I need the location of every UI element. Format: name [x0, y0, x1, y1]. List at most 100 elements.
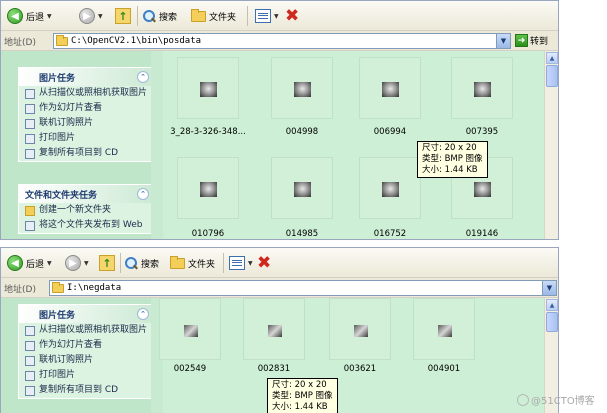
task-copy-to-cd[interactable]: 复制所有项目到 CD	[19, 146, 155, 161]
scroll-up-icon[interactable]: ▲	[546, 299, 558, 311]
thumbnail[interactable]	[271, 57, 333, 119]
watermark-text: @51CTO博客	[531, 396, 595, 407]
picture-tasks-panel: 图片任务 ⌃ 从扫描仪或照相机获取图片 作为幻灯片查看 联机订购照片 打印图片 …	[18, 67, 156, 162]
task-print[interactable]: 打印图片	[19, 368, 155, 383]
file-name[interactable]: 004998	[257, 127, 347, 137]
task-get-from-scanner[interactable]: 从扫描仪或照相机获取图片	[19, 86, 155, 101]
task-get-from-scanner[interactable]: 从扫描仪或照相机获取图片	[19, 323, 155, 338]
picture-tasks-title: 图片任务	[39, 310, 76, 321]
address-bar: 地址(D) C:\OpenCV2.1\bin\posdata ▼ ➜ 转到	[1, 31, 558, 51]
file-name[interactable]: 002549	[145, 364, 235, 374]
thumbnail[interactable]	[413, 298, 475, 360]
scanner-icon	[25, 326, 35, 336]
back-arrow-icon: ◀	[7, 255, 23, 271]
vertical-scrollbar[interactable]: ▲	[544, 51, 558, 239]
back-button[interactable]: ◀ 后退 ▼	[7, 6, 52, 26]
content-area: 图片任务 ⌃ 从扫描仪或照相机获取图片 作为幻灯片查看 联机订购照片 打印图片 …	[1, 298, 558, 413]
file-name[interactable]: 3_28-3-326-348...	[163, 127, 253, 137]
thumbnail[interactable]	[359, 57, 421, 119]
folders-label: 文件夹	[209, 12, 237, 23]
thumbnail[interactable]	[159, 298, 221, 360]
task-order-prints[interactable]: 联机订购照片	[19, 116, 155, 131]
back-label: 后退	[26, 259, 45, 270]
address-dropdown-icon[interactable]: ▼	[496, 34, 510, 48]
scroll-thumb[interactable]	[546, 312, 558, 332]
explorer-window-negdata: ◀ 后退 ▼ ▶ ▼ ↑ 搜索 文件夹 ▼ ✖ 地址(D) I:\negdata…	[0, 247, 559, 413]
thumbnail[interactable]	[271, 157, 333, 219]
address-dropdown-icon[interactable]: ▼	[542, 281, 556, 295]
go-button[interactable]: ➜ 转到	[515, 34, 548, 47]
task-print[interactable]: 打印图片	[19, 131, 155, 146]
task-copy-to-cd[interactable]: 复制所有项目到 CD	[19, 383, 155, 398]
address-bar: 地址(D) I:\negdata ▼	[1, 278, 558, 298]
search-button[interactable]: 搜索	[125, 253, 159, 273]
thumbnail[interactable]	[329, 298, 391, 360]
views-dropdown-icon[interactable]: ▼	[274, 13, 279, 20]
collapse-chevron-icon[interactable]: ⌃	[137, 188, 149, 200]
tooltip-type: 类型: BMP 图像	[272, 391, 333, 401]
scroll-thumb[interactable]	[546, 65, 558, 87]
address-input[interactable]: I:\negdata ▼	[49, 280, 557, 296]
file-name[interactable]: 019146	[437, 229, 527, 239]
thumbnail[interactable]	[177, 157, 239, 219]
views-dropdown-icon[interactable]: ▼	[248, 260, 253, 267]
address-path: I:\negdata	[67, 283, 122, 293]
pane-separator	[151, 51, 163, 239]
task-pane: 图片任务 ⌃ 从扫描仪或照相机获取图片 作为幻灯片查看 联机订购照片 打印图片 …	[1, 298, 163, 413]
picture-tasks-header[interactable]: 图片任务 ⌃	[19, 305, 155, 323]
file-tasks-header[interactable]: 文件和文件夹任务 ⌃	[19, 185, 155, 203]
scroll-up-icon[interactable]: ▲	[546, 52, 558, 64]
file-name[interactable]: 006994	[345, 127, 435, 137]
picture-tasks-header[interactable]: 图片任务 ⌃	[19, 68, 155, 86]
collapse-chevron-icon[interactable]: ⌃	[137, 308, 149, 320]
thumbnail[interactable]	[243, 298, 305, 360]
file-name[interactable]: 002831	[229, 364, 319, 374]
thumbnail[interactable]	[451, 57, 513, 119]
task-new-folder[interactable]: 创建一个新文件夹	[19, 203, 155, 218]
file-name[interactable]: 014985	[257, 229, 347, 239]
printer-icon	[25, 371, 35, 381]
forward-button[interactable]: ▶ ▼	[79, 6, 103, 26]
task-publish-web[interactable]: 将这个文件夹发布到 Web	[19, 218, 155, 233]
search-icon	[125, 256, 138, 270]
folders-button[interactable]: 文件夹	[191, 6, 236, 26]
close-button[interactable]: ✖	[285, 6, 299, 26]
back-dropdown-icon[interactable]: ▼	[47, 13, 52, 20]
folders-button[interactable]: 文件夹	[170, 253, 215, 273]
up-folder-icon: ↑	[99, 255, 115, 271]
address-input[interactable]: C:\OpenCV2.1\bin\posdata ▼	[53, 33, 511, 49]
search-button[interactable]: 搜索	[143, 6, 177, 26]
face-image	[294, 182, 311, 197]
address-label: 地址(D)	[4, 285, 36, 295]
close-button[interactable]: ✖	[257, 253, 271, 273]
file-name[interactable]: 010796	[163, 229, 253, 239]
folder-icon	[170, 255, 185, 269]
task-order-prints[interactable]: 联机订购照片	[19, 353, 155, 368]
file-name[interactable]: 016752	[345, 229, 435, 239]
back-button[interactable]: ◀ 后退 ▼	[7, 253, 52, 273]
up-folder-button[interactable]: ↑	[99, 253, 115, 273]
file-tasks-panel: 文件和文件夹任务 ⌃ 创建一个新文件夹 将这个文件夹发布到 Web	[18, 184, 156, 234]
collapse-chevron-icon[interactable]: ⌃	[137, 71, 149, 83]
task-slideshow[interactable]: 作为幻灯片查看	[19, 101, 155, 116]
file-name[interactable]: 004901	[399, 364, 489, 374]
forward-dropdown-icon[interactable]: ▼	[98, 13, 103, 20]
texture-image	[354, 325, 368, 337]
back-dropdown-icon[interactable]: ▼	[47, 260, 52, 267]
views-button[interactable]: ▼	[255, 6, 279, 26]
task-slideshow[interactable]: 作为幻灯片查看	[19, 338, 155, 353]
up-folder-button[interactable]: ↑	[115, 6, 131, 26]
thumbnail[interactable]	[177, 57, 239, 119]
face-image	[382, 182, 399, 197]
up-folder-icon: ↑	[115, 8, 131, 24]
forward-dropdown-icon[interactable]: ▼	[84, 260, 89, 267]
scanner-icon	[25, 89, 35, 99]
file-name[interactable]: 003621	[315, 364, 405, 374]
thumbnail-grid: 3_28-3-326-348... 004998 006994 007395 0…	[163, 51, 544, 239]
folder-icon	[191, 8, 206, 22]
search-label: 搜索	[159, 12, 178, 23]
forward-button[interactable]: ▶ ▼	[65, 253, 89, 273]
thumbnail[interactable]	[359, 157, 421, 219]
views-button[interactable]: ▼	[229, 253, 253, 273]
file-name[interactable]: 007395	[437, 127, 527, 137]
